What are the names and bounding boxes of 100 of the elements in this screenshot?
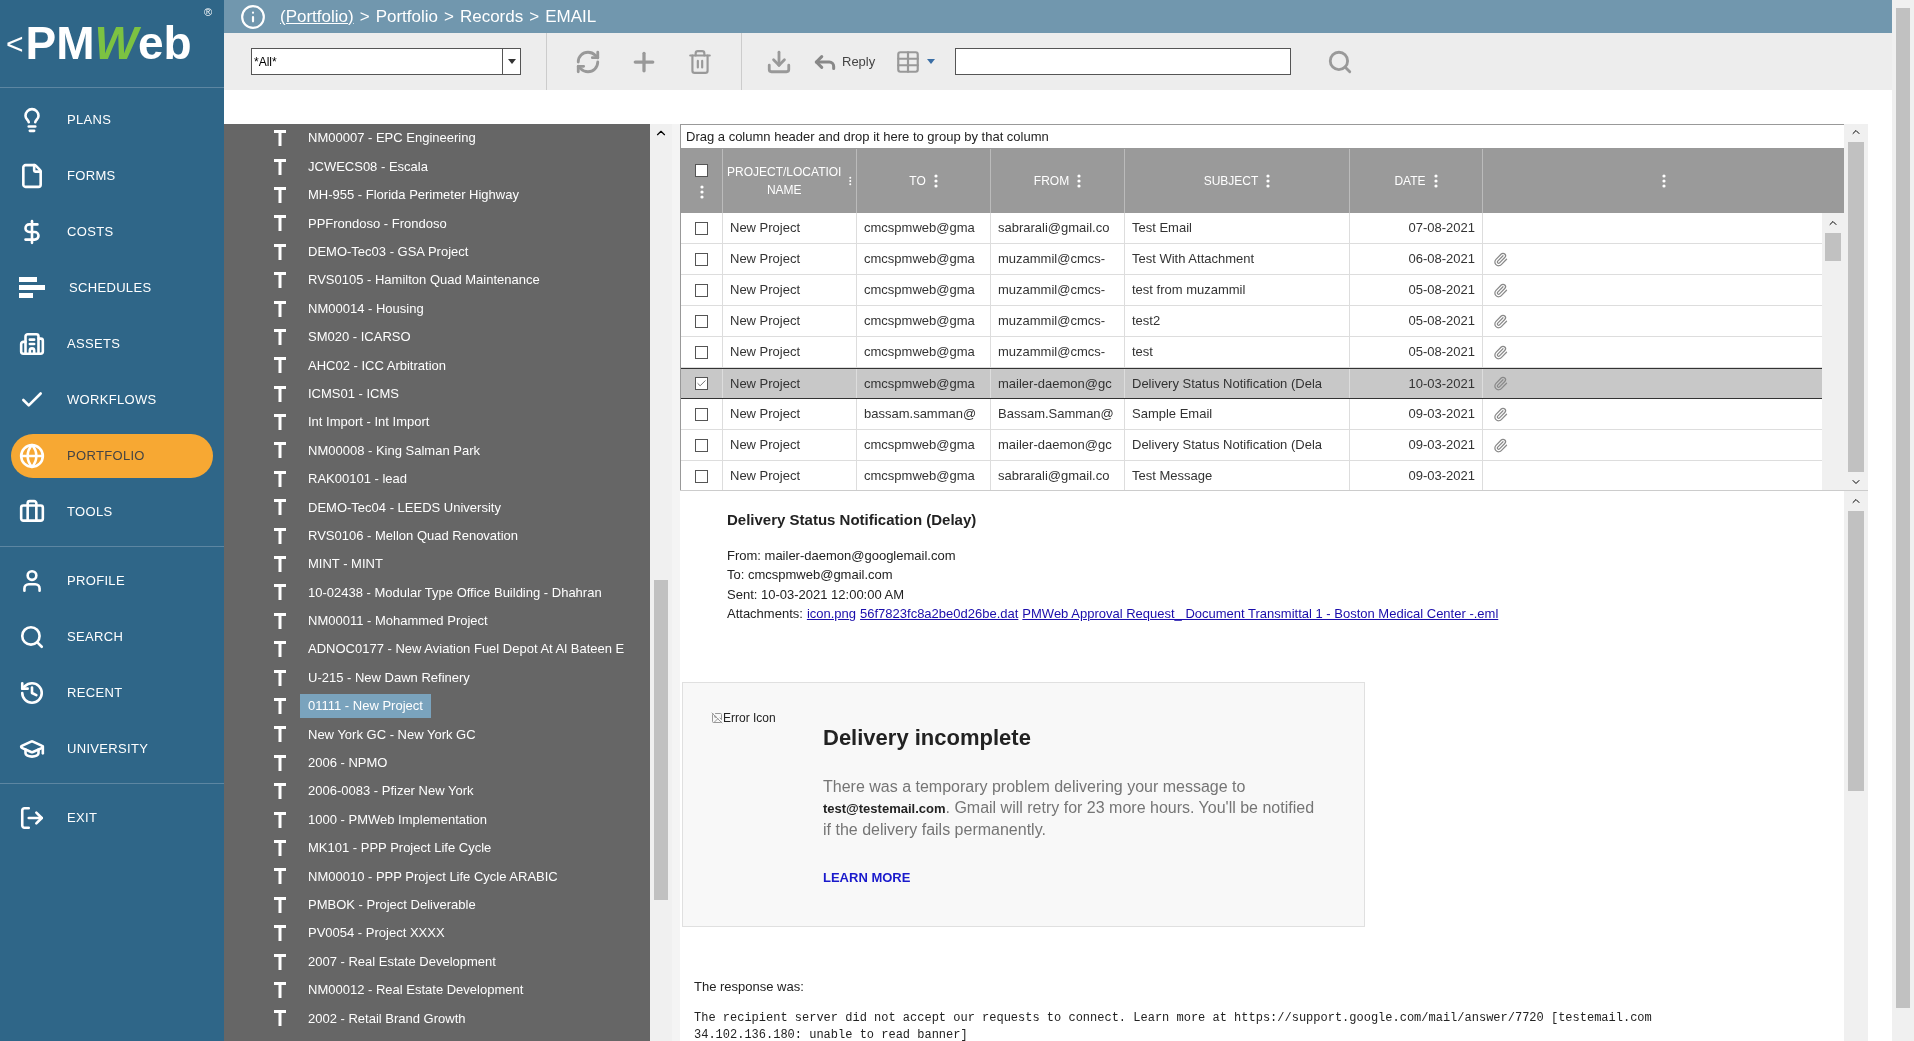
paperclip-icon[interactable] xyxy=(1493,376,1508,391)
tree-item[interactable]: AHC02 - ICC Arbitration xyxy=(300,353,454,378)
tree-item[interactable]: NM00012 - Real Estate Development xyxy=(300,978,532,1002)
table-cell: New Project xyxy=(723,213,857,243)
nav-item[interactable]: ASSETS xyxy=(11,322,213,366)
checkbox[interactable] xyxy=(695,345,708,359)
tree-item[interactable]: 2006-0083 - Pfizer New York xyxy=(300,779,482,803)
tree-item[interactable]: 2006 - NPMO xyxy=(300,751,396,775)
nav-item[interactable]: FORMS xyxy=(11,154,213,198)
tree-item[interactable]: Int Import - Int Import xyxy=(300,410,438,434)
tree-item[interactable]: ADNOC0177 - New Aviation Fuel Depot At Al Bateen E xyxy=(300,637,633,661)
scrollbar-thumb[interactable] xyxy=(1825,233,1841,261)
scrollbar-thumb[interactable] xyxy=(654,580,668,900)
column-menu-icon[interactable] xyxy=(1433,174,1438,188)
nav-item[interactable]: UNIVERSITY xyxy=(11,727,213,771)
scrollbar-thumb[interactable] xyxy=(1848,511,1864,791)
learn-more-link[interactable]: LEARN MORE xyxy=(823,867,1323,887)
grid-view-icon[interactable] xyxy=(895,48,922,75)
checkbox[interactable] xyxy=(695,283,708,297)
tree-item[interactable]: PV0054 - Project XXXX xyxy=(300,921,453,945)
nav-item[interactable]: PLANS xyxy=(11,98,213,142)
tree-item[interactable]: 2007 - Real Estate Development xyxy=(300,949,504,974)
checkbox[interactable] xyxy=(695,377,708,390)
checkbox[interactable] xyxy=(695,407,708,421)
scrollbar[interactable] xyxy=(1822,213,1844,490)
tree-item[interactable]: ICMS01 - ICMS xyxy=(300,381,407,406)
table-row[interactable]: New Project cmcspmweb@gma muzammil@cmcs- test2 05-08-2021 xyxy=(681,306,1822,337)
tree-item[interactable]: RVS0105 - Hamilton Quad Maintenance xyxy=(300,268,548,292)
table-row[interactable]: New Project bassam.samman@ Bassam.Samman@ Sample Email 09-03-2021 xyxy=(681,399,1822,430)
column-menu-icon[interactable] xyxy=(849,174,852,188)
tree-item[interactable]: NM00014 - Housing xyxy=(300,296,432,321)
delete-icon[interactable] xyxy=(687,48,713,75)
table-row[interactable]: New Project cmcspmweb@gma mailer-daemon@gc Delivery Status Notification (Dela 09-03-2021 xyxy=(681,430,1822,461)
tree-item[interactable]: MINT - MINT xyxy=(300,552,391,576)
table-row[interactable]: New Project cmcspmweb@gma sabrarali@gmail.co Test Email 07-08-2021 xyxy=(681,213,1822,244)
attachment-link[interactable]: 56f7823fc8a2be0d26be.dat xyxy=(860,604,1019,624)
tree-item[interactable]: PPFrondoso - Frondoso xyxy=(300,211,455,236)
nav-item[interactable]: SCHEDULES xyxy=(11,266,213,310)
info-icon[interactable] xyxy=(240,3,266,30)
tree-item[interactable]: NM00010 - PPP Project Life Cycle ARABIC xyxy=(300,864,566,889)
attachment-link[interactable]: icon.png xyxy=(806,604,857,624)
nav-item[interactable]: TOOLS xyxy=(11,490,213,534)
checkbox[interactable] xyxy=(695,438,708,452)
column-menu-icon[interactable] xyxy=(699,184,704,199)
filter-dropdown[interactable]: *All* xyxy=(251,48,521,75)
paperclip-icon[interactable] xyxy=(1493,282,1508,298)
tree-item[interactable]: RAK00101 - lead xyxy=(300,467,415,491)
column-menu-icon[interactable] xyxy=(1077,174,1082,188)
table-row[interactable]: New Project cmcspmweb@gma sabrarali@gmail.co Test Message 09-03-2021 xyxy=(681,461,1822,490)
column-menu-icon[interactable] xyxy=(1266,174,1271,188)
tree-item[interactable]: MK101 - PPP Project Life Cycle xyxy=(300,836,500,860)
scrollbar[interactable] xyxy=(650,124,672,1041)
nav-item[interactable]: EXIT xyxy=(11,796,213,840)
checkbox[interactable] xyxy=(695,314,708,328)
window-scrollbar[interactable] xyxy=(1892,0,1914,1041)
tree-item[interactable]: MH-955 - Florida Perimeter Highway xyxy=(300,183,527,207)
tree-item[interactable]: U-215 - New Dawn Refinery xyxy=(300,665,478,690)
nav-item[interactable]: RECENT xyxy=(11,671,213,715)
scrollbar-thumb[interactable] xyxy=(1896,8,1910,1008)
tree-item[interactable]: New York GC - New York GC xyxy=(300,722,484,747)
column-menu-icon[interactable] xyxy=(1661,174,1666,188)
caret-icon[interactable] xyxy=(927,59,936,64)
reply-button[interactable]: Reply xyxy=(812,48,876,75)
tree-item[interactable]: PMBOK - Project Deliverable xyxy=(300,893,484,917)
search-icon[interactable] xyxy=(1327,48,1354,75)
download-icon[interactable] xyxy=(766,48,792,75)
tree-item[interactable]: 2002 - Retail Brand Growth xyxy=(300,1006,474,1031)
refresh-icon[interactable] xyxy=(575,48,601,75)
paperclip-icon[interactable] xyxy=(1493,313,1508,329)
paperclip-icon[interactable] xyxy=(1493,406,1508,422)
checkbox[interactable] xyxy=(695,163,708,177)
tree-item[interactable]: RVS0106 - Mellon Quad Renovation xyxy=(300,523,527,548)
tree-item[interactable]: SM020 - ICARSO xyxy=(300,325,419,349)
nav-item[interactable]: PROFILE xyxy=(11,559,213,603)
nav-item[interactable]: PORTFOLIO xyxy=(11,434,213,478)
search-field[interactable] xyxy=(955,48,1292,75)
tree-item[interactable]: JCWECS08 - Escala xyxy=(300,154,436,179)
table-row[interactable]: New Project cmcspmweb@gma mailer-daemon@gc Delivery Status Notification (Dela 10-03-2021 xyxy=(681,368,1822,399)
tree-item[interactable]: NM00008 - King Salman Park xyxy=(300,438,488,463)
attachment-link[interactable]: PMWeb Approval Request_ Document Transmittal 1 - Boston Medical Center -.eml xyxy=(1022,604,1499,624)
nav-item[interactable]: COSTS xyxy=(11,210,213,254)
tree-item[interactable]: 1000 - PMWeb Implementation xyxy=(300,807,495,832)
checkbox[interactable] xyxy=(695,252,708,266)
checkbox[interactable] xyxy=(695,221,708,235)
checkbox[interactable] xyxy=(695,469,708,483)
tree-item[interactable]: 10-02438 - Modular Type Office Building - Dhahran xyxy=(300,580,610,605)
paperclip-icon[interactable] xyxy=(1493,251,1508,267)
tree-item[interactable]: DEMO-Tec03 - GSA Project xyxy=(300,240,477,264)
tree-item[interactable]: NM00011 - Mohammed Project xyxy=(300,609,496,633)
table-row[interactable]: New Project cmcspmweb@gma muzammil@cmcs- test from muzammil 05-08-2021 xyxy=(681,275,1822,306)
scrollbar-thumb[interactable] xyxy=(1848,142,1864,472)
breadcrumb-link[interactable]: (Portfolio) xyxy=(280,3,354,30)
column-menu-icon[interactable] xyxy=(933,174,938,188)
table-row[interactable]: New Project cmcspmweb@gma muzammil@cmcs- Test With Attachment 06-08-2021 xyxy=(681,244,1822,275)
tree-item[interactable]: DEMO-Tec04 - LEEDS University xyxy=(300,495,509,519)
paperclip-icon[interactable] xyxy=(1493,437,1508,453)
nav-item[interactable]: WORKFLOWS xyxy=(11,378,213,422)
nav-item[interactable]: SEARCH xyxy=(11,615,213,659)
paperclip-icon[interactable] xyxy=(1493,344,1508,360)
tree-item[interactable]: NM00007 - EPC Engineering xyxy=(300,126,484,150)
